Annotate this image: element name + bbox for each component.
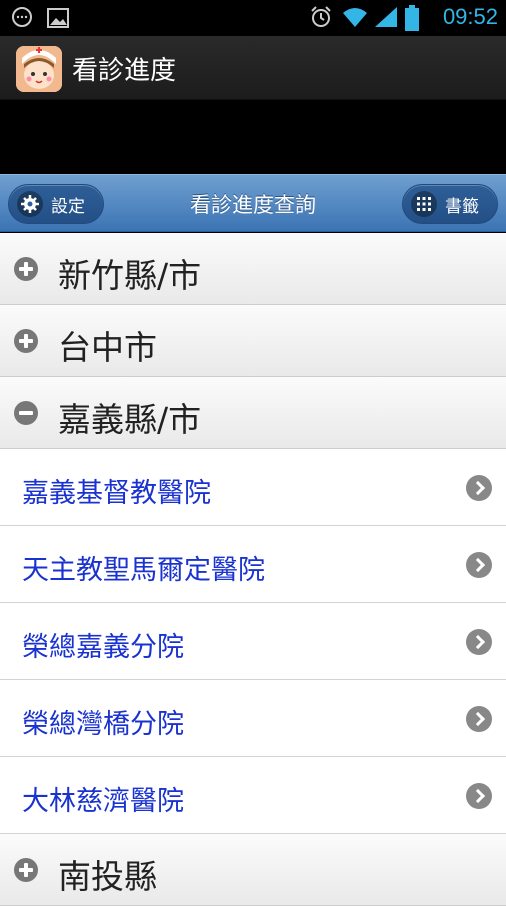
hospital-name: 大林慈濟醫院 xyxy=(22,786,184,817)
list-item[interactable]: 大林慈濟醫院 xyxy=(0,757,506,834)
bookmarks-label: 書籤 xyxy=(445,196,479,217)
hospital-name: 天主教聖馬爾定醫院 xyxy=(22,555,265,586)
expand-plus-icon xyxy=(14,329,38,353)
wifi-icon xyxy=(341,5,367,29)
group-label: 台中市 xyxy=(58,328,157,367)
list-item[interactable]: 天主教聖馬爾定醫院 xyxy=(0,526,506,603)
chevron-right-icon xyxy=(466,706,492,732)
chevron-right-icon xyxy=(466,552,492,578)
group-hsinchu[interactable]: 新竹縣/市 xyxy=(0,233,506,305)
region-list: 新竹縣/市 台中市 嘉義縣/市 嘉義基督教醫院 天主教聖馬爾定醫院 榮總嘉義分院… xyxy=(0,233,506,906)
app-bar: 看診進度 xyxy=(0,36,506,100)
group-label: 南投縣 xyxy=(58,857,157,896)
group-label: 新竹縣/市 xyxy=(58,256,202,295)
hospital-name: 嘉義基督教醫院 xyxy=(22,478,211,509)
group-chiayi[interactable]: 嘉義縣/市 xyxy=(0,377,506,449)
grid-icon xyxy=(411,191,437,217)
signal-icon xyxy=(373,5,397,29)
battery-icon xyxy=(404,5,429,31)
status-bar: 09:52 xyxy=(0,0,506,36)
group-taichung[interactable]: 台中市 xyxy=(0,305,506,377)
messaging-icon xyxy=(10,6,34,30)
collapse-minus-icon xyxy=(14,401,38,425)
page-header: 設定 看診進度查詢 書籤 xyxy=(0,174,506,232)
image-icon xyxy=(46,6,70,30)
chevron-right-icon xyxy=(466,629,492,655)
alarm-icon xyxy=(309,5,333,29)
group-label: 嘉義縣/市 xyxy=(58,400,202,439)
list-item[interactable]: 榮總嘉義分院 xyxy=(0,603,506,680)
list-item[interactable]: 榮總灣橋分院 xyxy=(0,680,506,757)
app-logo-icon xyxy=(16,46,62,92)
bookmarks-button[interactable]: 書籤 xyxy=(402,184,498,224)
app-title: 看診進度 xyxy=(72,56,177,86)
hospital-name: 榮總灣橋分院 xyxy=(22,709,184,740)
expand-plus-icon xyxy=(14,257,38,281)
chevron-right-icon xyxy=(466,783,492,809)
ad-banner xyxy=(0,100,506,174)
group-nantou[interactable]: 南投縣 xyxy=(0,834,506,906)
chevron-right-icon xyxy=(466,475,492,501)
expand-plus-icon xyxy=(14,858,38,882)
hospital-name: 榮總嘉義分院 xyxy=(22,632,184,663)
status-time: 09:52 xyxy=(442,4,498,29)
list-item[interactable]: 嘉義基督教醫院 xyxy=(0,449,506,526)
